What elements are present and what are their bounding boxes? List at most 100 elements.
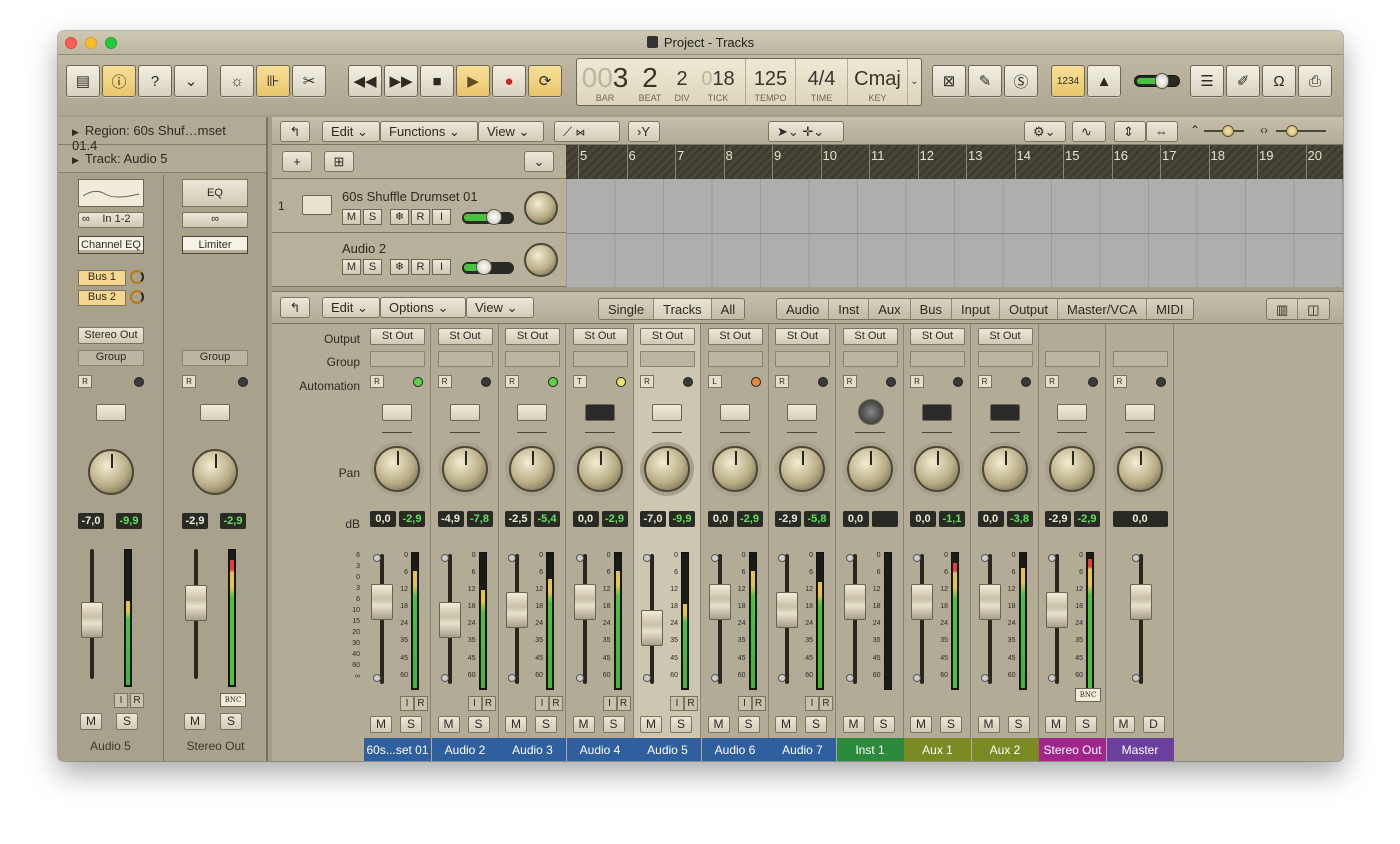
mute-button[interactable]: M xyxy=(80,713,102,730)
note-pad-button[interactable]: ✐ xyxy=(1226,65,1260,97)
pan-knob[interactable] xyxy=(192,449,238,495)
track-lanes[interactable] xyxy=(566,179,1343,287)
solo-button[interactable]: S xyxy=(363,209,382,225)
volume-readout[interactable]: -2,5 xyxy=(505,511,531,527)
filter-bus[interactable]: Bus xyxy=(911,299,953,319)
channel-strip[interactable]: R 0,0 M D Master xyxy=(1106,324,1174,761)
peak-readout[interactable]: -7,8 xyxy=(466,511,493,527)
solo-button[interactable]: S xyxy=(670,716,692,733)
settings-menu[interactable]: ⚙⌄ xyxy=(1024,121,1066,142)
functions-menu[interactable]: Functions ⌄ xyxy=(380,121,478,142)
freeze-button[interactable]: ❄ xyxy=(390,259,409,275)
peak-readout[interactable]: -2,9 xyxy=(601,511,628,527)
output-slot[interactable]: St Out xyxy=(775,328,830,345)
volume-readout[interactable]: -2,9 xyxy=(1045,511,1071,527)
channel-strip[interactable]: St Out R -2,5 -5,4 0 6 12 18 24 35 45 60 I R M S Audio 3 xyxy=(499,324,566,761)
plugin-limiter[interactable]: Limiter xyxy=(182,236,248,254)
mute-button[interactable]: M xyxy=(842,716,865,733)
channel-name[interactable]: Aux 1 xyxy=(904,738,971,761)
group-slot[interactable] xyxy=(707,351,763,367)
mute-button[interactable]: M xyxy=(910,716,932,733)
eq-button[interactable]: EQ xyxy=(182,179,248,207)
automation-mode-button[interactable]: R xyxy=(505,375,519,388)
view-menu[interactable]: View ⌄ xyxy=(466,297,534,318)
eq-curve-display[interactable] xyxy=(78,179,144,207)
volume-fader[interactable] xyxy=(776,592,798,628)
output-slot[interactable]: St Out xyxy=(977,328,1033,345)
back-button[interactable]: ↰ xyxy=(280,297,310,318)
volume-readout[interactable]: 0,0 xyxy=(977,511,1004,527)
wide-strips-icon[interactable]: ◫ xyxy=(1298,299,1328,319)
input-monitor-button[interactable]: I xyxy=(114,693,128,708)
narrow-strips-icon[interactable]: ▥ xyxy=(1267,299,1299,319)
automation-mode-button[interactable]: R xyxy=(370,375,384,388)
volume-readout[interactable]: -7,0 xyxy=(78,513,104,529)
horizontal-zoom-slider[interactable] xyxy=(1276,125,1326,137)
cycle-button[interactable]: ⟳ xyxy=(528,65,562,97)
solo-button[interactable]: S xyxy=(737,716,760,733)
record-enable-button[interactable]: R xyxy=(130,693,144,708)
peak-readout[interactable]: -2,9 xyxy=(399,511,425,527)
pan-knob[interactable] xyxy=(711,446,758,492)
record-enable-button[interactable]: R xyxy=(751,696,766,711)
region-header[interactable]: ▶ Region: 60s Shuf…mset 01.4 xyxy=(58,117,266,153)
channel-name[interactable]: Audio 3 xyxy=(499,738,566,761)
output-slot[interactable]: St Out xyxy=(842,328,898,345)
volume-readout[interactable]: -2,9 xyxy=(182,513,208,529)
volume-fader[interactable] xyxy=(573,584,596,620)
output-slot[interactable]: St Out xyxy=(437,328,493,345)
peak-readout[interactable]: -2,9 xyxy=(736,511,763,527)
group-slot[interactable] xyxy=(1045,351,1100,367)
mute-button[interactable]: M xyxy=(977,716,1000,733)
toolbar-button[interactable]: ⌄ xyxy=(174,65,208,97)
channel-strip[interactable]: St Out T 0,0 -2,9 0 6 12 18 24 35 45 60 I R M S Audio 4 xyxy=(566,324,634,761)
peak-readout[interactable]: -2,9 xyxy=(220,513,246,529)
solo-button[interactable]: S xyxy=(872,716,895,733)
dim-button[interactable]: D xyxy=(1142,716,1165,733)
channel-name[interactable]: 60s...set 01 xyxy=(364,738,431,761)
pan-knob[interactable] xyxy=(441,446,488,492)
volume-readout[interactable]: 0,0 xyxy=(707,511,734,527)
automation-mode-button[interactable]: R xyxy=(775,375,789,388)
stop-button[interactable]: ■ xyxy=(420,65,454,97)
pan-knob[interactable] xyxy=(981,446,1028,492)
mute-button[interactable]: M xyxy=(640,716,662,733)
tool-menu[interactable]: ➤⌄ ✛⌄ xyxy=(768,121,844,142)
mute-button[interactable]: M xyxy=(342,209,361,225)
view-mode-tracks[interactable]: Tracks xyxy=(654,299,712,319)
volume-fader[interactable] xyxy=(438,602,461,638)
pan-knob[interactable] xyxy=(644,446,690,492)
volume-fader[interactable] xyxy=(708,584,731,620)
volume-readout[interactable]: 0,0 xyxy=(572,511,599,527)
track-row[interactable]: Audio 2 M S ❄ R I xyxy=(272,233,566,287)
lcd-display[interactable]: 003 BAR 2 BEAT 2 DIV 018 TICK 125 TEMPO 4/4 TI… xyxy=(576,58,922,106)
channel-strip[interactable]: St Out R 0,0 -1,1 0 6 12 18 24 35 45 60 M S Aux 1 xyxy=(904,324,971,761)
channel-strip[interactable]: St Out R -2,9 -5,8 0 6 12 18 24 35 45 60 I R M S Audio 7 xyxy=(769,324,836,761)
add-track-button[interactable]: + xyxy=(282,151,312,172)
peak-readout[interactable]: -3,8 xyxy=(1006,511,1033,527)
mute-button[interactable]: M xyxy=(437,716,460,733)
automation-read-button[interactable]: R xyxy=(78,375,92,388)
view-mode-single[interactable]: Single xyxy=(599,299,655,319)
play-button[interactable]: ▶ xyxy=(456,65,490,97)
automation-mode-button[interactable]: R xyxy=(977,375,992,388)
volume-readout[interactable]: 0,0 xyxy=(1112,511,1168,527)
forward-button[interactable]: ▶▶ xyxy=(384,65,418,97)
input-monitor-button[interactable]: I xyxy=(467,696,482,711)
record-enable-button[interactable]: R xyxy=(411,259,430,275)
volume-fader[interactable] xyxy=(506,592,528,628)
volume-readout[interactable]: -4,9 xyxy=(437,511,464,527)
track-options-button[interactable]: ⌄ xyxy=(524,151,554,172)
pan-knob[interactable] xyxy=(1049,446,1095,492)
filter-audio[interactable]: Audio xyxy=(777,299,830,319)
mute-button[interactable]: M xyxy=(572,716,595,733)
library-button[interactable]: ▤ xyxy=(66,65,100,97)
volume-handle[interactable] xyxy=(476,259,492,275)
channel-name[interactable]: Audio 4 xyxy=(566,738,634,761)
channel-name[interactable]: Stereo Out xyxy=(1039,738,1106,761)
zoom-vertical-button[interactable]: ⇕ xyxy=(1114,121,1146,142)
filter-input[interactable]: Input xyxy=(952,299,1000,319)
filter-aux[interactable]: Aux xyxy=(869,299,911,319)
group-slot[interactable] xyxy=(370,351,425,367)
channel-name[interactable]: Audio 2 xyxy=(431,738,499,761)
